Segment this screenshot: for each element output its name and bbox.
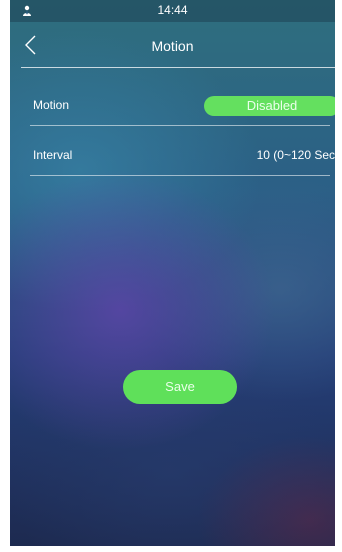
save-button[interactable]: Save [123,370,237,404]
header: Motion [10,22,335,68]
page-title: Motion [151,38,194,54]
interval-value[interactable]: 10 (0~120 Sec) [257,148,335,162]
interval-setting-row: Interval 10 (0~120 Sec) [30,136,335,176]
header-divider [21,67,335,68]
motion-toggle[interactable]: Disabled [204,96,335,116]
motion-label: Motion [33,98,70,112]
status-bar: 14:44 [10,0,335,22]
motion-setting-row: Motion Disabled [30,86,335,126]
interval-label: Interval [33,148,73,162]
row-divider [30,175,330,176]
screen: 14:44 Motion Motion Disabled Interval 10… [10,0,335,546]
row-divider [30,125,330,126]
status-time: 14:44 [157,3,188,17]
